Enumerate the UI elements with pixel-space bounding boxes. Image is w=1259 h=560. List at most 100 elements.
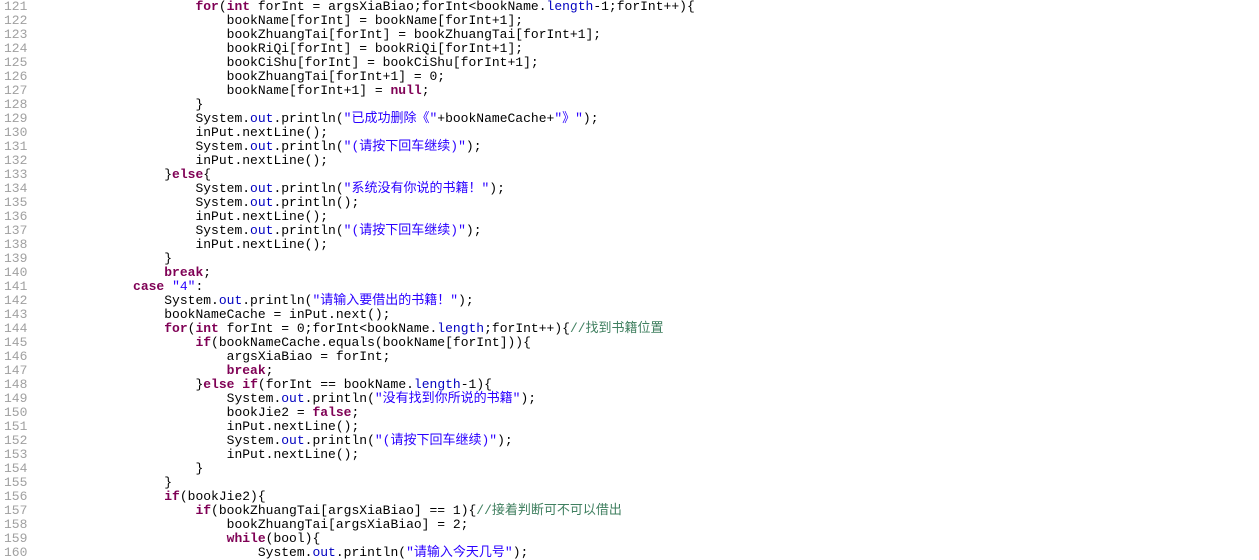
code-line[interactable]: }	[39, 98, 1259, 112]
code-line[interactable]: inPut.nextLine();	[39, 126, 1259, 140]
code-token-plain	[164, 279, 172, 294]
code-token-field: length	[414, 377, 461, 392]
code-token-plain: );	[466, 139, 482, 154]
code-line[interactable]: bookName[forInt] = bookName[forInt+1];	[39, 14, 1259, 28]
code-line[interactable]: System.out.println("(请按下回车继续)");	[39, 434, 1259, 448]
code-line[interactable]: bookZhuangTai[forInt] = bookZhuangTai[fo…	[39, 28, 1259, 42]
code-line[interactable]: inPut.nextLine();	[39, 154, 1259, 168]
code-line[interactable]: if(bookZhuangTai[argsXiaBiao] == 1){//接着…	[39, 504, 1259, 518]
code-token-plain: (bookNameCache.equals(bookName[forInt]))…	[211, 335, 531, 350]
code-token-plain: bookNameCache = inPut.next();	[164, 307, 390, 322]
code-line[interactable]: bookName[forInt+1] = null;	[39, 84, 1259, 98]
code-token-str: "没有找到你所说的书籍"	[375, 391, 521, 406]
code-line[interactable]: inPut.nextLine();	[39, 210, 1259, 224]
line-number: 131	[4, 140, 27, 154]
code-line[interactable]: for(int forInt = argsXiaBiao;forInt<book…	[39, 0, 1259, 14]
code-token-plain: inPut.nextLine();	[195, 153, 328, 168]
line-number: 129	[4, 112, 27, 126]
code-line[interactable]: System.out.println("系统没有你说的书籍！");	[39, 182, 1259, 196]
code-line[interactable]: System.out.println("(请按下回车继续)");	[39, 140, 1259, 154]
code-line[interactable]: if(bookNameCache.equals(bookName[forInt]…	[39, 336, 1259, 350]
code-line[interactable]: for(int forInt = 0;forInt<bookName.lengt…	[39, 322, 1259, 336]
code-token-field: out	[250, 223, 273, 238]
code-line[interactable]: }	[39, 462, 1259, 476]
code-line[interactable]: inPut.nextLine();	[39, 420, 1259, 434]
code-token-str: "已成功删除《"	[344, 111, 438, 126]
code-token-plain: -1){	[461, 377, 492, 392]
code-line[interactable]: break;	[39, 266, 1259, 280]
code-line[interactable]: bookZhuangTai[argsXiaBiao] = 2;	[39, 518, 1259, 532]
line-number: 139	[4, 252, 27, 266]
code-line[interactable]: bookRiQi[forInt] = bookRiQi[forInt+1];	[39, 42, 1259, 56]
code-line[interactable]: inPut.nextLine();	[39, 448, 1259, 462]
code-token-kw: break	[164, 265, 203, 280]
line-number: 144	[4, 322, 27, 336]
code-line[interactable]: bookCiShu[forInt] = bookCiShu[forInt+1];	[39, 56, 1259, 70]
code-token-plain: bookZhuangTai[forInt] = bookZhuangTai[fo…	[227, 27, 601, 42]
code-line[interactable]: }	[39, 476, 1259, 490]
code-token-plain: bookName[forInt] = bookName[forInt+1];	[227, 13, 523, 28]
code-token-plain: .println(	[273, 181, 343, 196]
code-token-plain: -1;forInt++){	[593, 0, 694, 14]
line-number: 153	[4, 448, 27, 462]
code-token-kw: else	[172, 167, 203, 182]
line-number: 123	[4, 28, 27, 42]
code-line[interactable]: case "4":	[39, 280, 1259, 294]
code-editor-area[interactable]: for(int forInt = argsXiaBiao;forInt<book…	[35, 0, 1259, 560]
code-line[interactable]: System.out.println("(请按下回车继续)");	[39, 224, 1259, 238]
code-line[interactable]: System.out.println("已成功删除《"+bookNameCach…	[39, 112, 1259, 126]
code-token-plain: bookName[forInt+1] =	[227, 83, 391, 98]
code-token-plain: +bookNameCache+	[437, 111, 554, 126]
code-token-plain: bookRiQi[forInt] = bookRiQi[forInt+1];	[227, 41, 523, 56]
code-token-plain: );	[489, 181, 505, 196]
code-token-str: "4"	[172, 279, 195, 294]
code-token-plain: }	[164, 475, 172, 490]
code-line[interactable]: }else if(forInt == bookName.length-1){	[39, 378, 1259, 392]
line-number: 156	[4, 490, 27, 504]
code-token-field: out	[250, 181, 273, 196]
code-line[interactable]: bookNameCache = inPut.next();	[39, 308, 1259, 322]
line-number: 142	[4, 294, 27, 308]
code-line[interactable]: break;	[39, 364, 1259, 378]
line-number: 143	[4, 308, 27, 322]
line-number-gutter: 1211221231241251261271281291301311321331…	[0, 0, 35, 560]
code-line[interactable]: System.out.println();	[39, 196, 1259, 210]
line-number: 133	[4, 168, 27, 182]
code-line[interactable]: bookJie2 = false;	[39, 406, 1259, 420]
code-line[interactable]: bookZhuangTai[forInt+1] = 0;	[39, 70, 1259, 84]
code-line[interactable]: }	[39, 252, 1259, 266]
line-number: 159	[4, 532, 27, 546]
code-token-plain: .println(	[273, 139, 343, 154]
code-token-str: "系统没有你说的书籍！"	[344, 181, 490, 196]
code-token-plain: );	[458, 293, 474, 308]
code-token-str: "请输入要借出的书籍！"	[312, 293, 458, 308]
code-token-plain: (bool){	[266, 531, 321, 546]
code-token-plain: ;	[351, 405, 359, 420]
code-token-kw: int	[227, 0, 250, 14]
code-token-plain: ;	[203, 265, 211, 280]
code-token-plain: }	[195, 461, 203, 476]
line-number: 137	[4, 224, 27, 238]
code-token-str: "(请按下回车继续)"	[344, 223, 466, 238]
code-line[interactable]: while(bool){	[39, 532, 1259, 546]
code-token-plain: inPut.nextLine();	[195, 125, 328, 140]
code-line[interactable]: System.out.println("没有找到你所说的书籍");	[39, 392, 1259, 406]
line-number: 136	[4, 210, 27, 224]
line-number: 134	[4, 182, 27, 196]
line-number: 132	[4, 154, 27, 168]
code-token-plain: .println();	[273, 195, 359, 210]
code-token-field: out	[250, 139, 273, 154]
code-line[interactable]: inPut.nextLine();	[39, 238, 1259, 252]
line-number: 152	[4, 434, 27, 448]
code-line[interactable]: argsXiaBiao = forInt;	[39, 350, 1259, 364]
code-token-plain: (	[219, 0, 227, 14]
line-number: 122	[4, 14, 27, 28]
line-number: 155	[4, 476, 27, 490]
code-line[interactable]: System.out.println("请输入今天几号");	[39, 546, 1259, 560]
line-number: 130	[4, 126, 27, 140]
code-line[interactable]: }else{	[39, 168, 1259, 182]
code-token-field: length	[437, 321, 484, 336]
line-number: 154	[4, 462, 27, 476]
code-line[interactable]: System.out.println("请输入要借出的书籍！");	[39, 294, 1259, 308]
code-line[interactable]: if(bookJie2){	[39, 490, 1259, 504]
